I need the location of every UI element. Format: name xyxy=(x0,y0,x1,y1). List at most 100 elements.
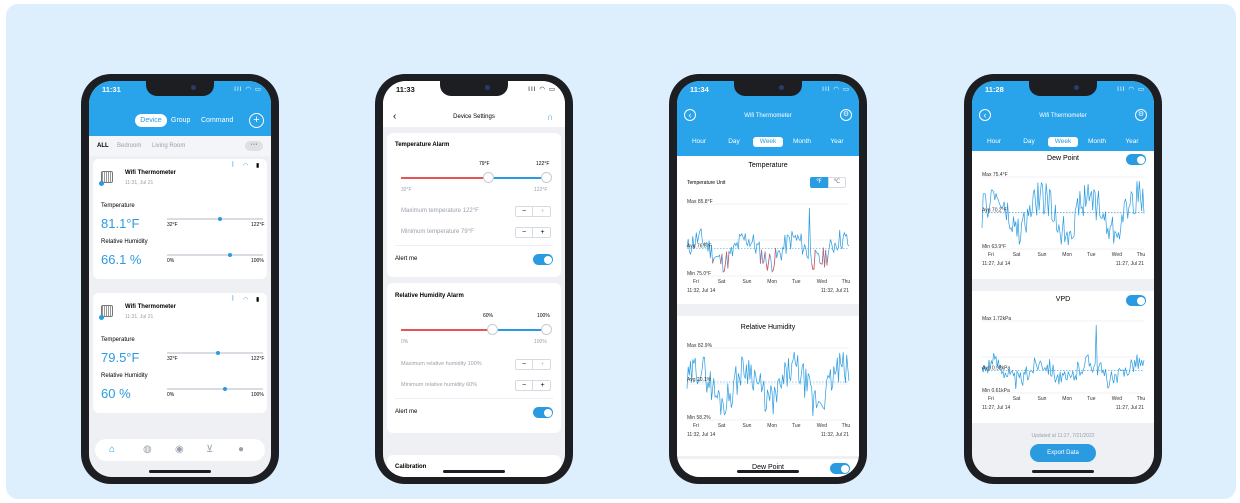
home-icon[interactable]: ⌂ xyxy=(109,444,115,455)
temperature-alarm-card: Temperature Alarm 79°F 122°F 32°F 122°F … xyxy=(387,133,561,277)
start-date: 11:32, Jul 14 xyxy=(687,432,715,438)
headset-icon[interactable]: ∩ xyxy=(547,112,553,122)
tab-device[interactable]: Device xyxy=(135,114,167,127)
range-tab-selected[interactable]: Week xyxy=(753,137,783,147)
humidity-chart-card: Relative Humidity Max 82.9% Avg 20.1% Min … xyxy=(677,316,859,456)
screen: 11:33 ΙΙΙ ◠ ▭ ‹ Device Settings ∩ Temper… xyxy=(383,81,565,477)
tab-group[interactable]: Group xyxy=(171,117,190,124)
humidity-max: 100% xyxy=(251,392,264,398)
scale-max: 100% xyxy=(534,339,547,345)
temperature-label: Temperature xyxy=(101,337,135,343)
range-tab[interactable]: Hour xyxy=(684,137,714,147)
settings-gear-icon[interactable]: ⚙ xyxy=(840,109,852,121)
phone-device-list: 11:31 ΙΙΙ ◠ ▭ Device Group Command + ALL… xyxy=(81,74,279,484)
min-temp-stepper[interactable]: − + xyxy=(515,227,551,238)
notch xyxy=(440,81,508,96)
low-slider-thumb[interactable] xyxy=(487,324,498,335)
humidity-indicator xyxy=(228,252,233,257)
fahrenheit-button[interactable]: ℉ xyxy=(810,177,828,188)
x-tick-label: Wed xyxy=(1112,252,1122,258)
section-title: Temperature Alarm xyxy=(395,142,450,148)
range-below xyxy=(401,329,492,331)
avg-label: Avg 0.92kPa xyxy=(982,365,1010,371)
unit-label: Temperature Unit xyxy=(687,180,726,186)
temp-track xyxy=(167,218,263,220)
range-tab-selected[interactable]: Week xyxy=(1048,137,1078,147)
tab-command[interactable]: Command xyxy=(201,117,233,124)
humidity-value: 66.1 % xyxy=(101,252,142,267)
vpd-line-chart: Max 1.72kPa Avg 0.92kPa Min 0.61kPa Fri Sat S… xyxy=(981,316,1145,411)
x-tick-label: Wed xyxy=(817,279,827,285)
screen: 11:31 ΙΙΙ ◠ ▭ Device Group Command + ALL… xyxy=(89,81,271,477)
high-slider-thumb[interactable] xyxy=(541,172,552,183)
temp-indicator xyxy=(215,350,220,355)
range-tab[interactable]: Day xyxy=(719,137,749,147)
globe-icon[interactable]: ◍ xyxy=(143,444,152,455)
high-slider-thumb[interactable] xyxy=(541,324,552,335)
dew-point-toggle[interactable] xyxy=(1126,154,1146,165)
person-icon[interactable]: ● xyxy=(238,444,244,455)
device-update-time: 11:31, Jul 21 xyxy=(125,314,154,320)
screen: 11:28 ΙΙΙ ◠ ▭ ‹ Wifi Thermometer ⚙ Hour … xyxy=(972,81,1154,477)
range-tab[interactable]: Year xyxy=(1117,137,1147,147)
alert-toggle[interactable] xyxy=(533,254,553,265)
home-indicator xyxy=(1032,470,1094,473)
cart-icon[interactable]: ⊻ xyxy=(206,444,213,455)
calibration-card[interactable]: Calibration xyxy=(387,455,561,477)
humidity-track xyxy=(167,388,263,390)
room-living-room[interactable]: Living Room xyxy=(152,143,185,149)
range-tab[interactable]: Month xyxy=(1082,137,1112,147)
end-date: 11:32, Jul 21 xyxy=(821,288,849,294)
compass-icon[interactable]: ◉ xyxy=(175,444,184,455)
avg-label: Avg 20.1% xyxy=(687,377,712,383)
humidity-indicator xyxy=(222,386,227,391)
device-card[interactable]: Wifi Thermometer 11:31, Jul 21 ᛒ ◠ ▮ Tem… xyxy=(93,159,267,279)
x-tick-label: Mon xyxy=(1062,252,1072,258)
home-indicator xyxy=(737,470,799,473)
start-date: 11:27, Jul 14 xyxy=(982,405,1010,411)
dew-point-toggle[interactable] xyxy=(830,463,850,474)
min-humidity-stepper[interactable]: − + xyxy=(515,380,551,391)
humidity-alarm-card: Relative Humidity Alarm 60% 100% 0% 100%… xyxy=(387,283,561,433)
range-tab[interactable]: Hour xyxy=(979,137,1009,147)
bottom-nav: ⌂ ◍ ◉ ⊻ ● xyxy=(95,439,265,461)
home-indicator xyxy=(443,470,505,473)
status-icons: ΙΙΙ ◠ ▭ xyxy=(822,86,850,93)
low-slider-thumb[interactable] xyxy=(483,172,494,183)
screen: 11:34 ΙΙΙ ◠ ▭ ‹ Wifi Thermometer ⚙ Hour … xyxy=(677,81,859,477)
device-name: Wifi Thermometer xyxy=(125,304,176,310)
x-tick-label: Fri xyxy=(988,252,994,258)
temp-max: 122°F xyxy=(251,356,265,362)
room-all[interactable]: ALL xyxy=(97,143,109,149)
room-bedroom[interactable]: Bedroom xyxy=(117,143,141,149)
x-tick-label: Tue xyxy=(792,423,801,429)
range-tab[interactable]: Day xyxy=(1014,137,1044,147)
more-button[interactable]: ··· xyxy=(245,141,263,151)
range-tab[interactable]: Month xyxy=(787,137,817,147)
temp-max: 122°F xyxy=(251,222,265,228)
add-device-button[interactable]: + xyxy=(249,113,264,128)
home-indicator xyxy=(149,470,211,473)
device-card[interactable]: Wifi Thermometer 11:31, Jul 21 ᛒ ◠ ▮ Tem… xyxy=(93,293,267,413)
divider xyxy=(395,245,553,246)
x-tick-label: Thu xyxy=(842,423,851,429)
celsius-button[interactable]: ℃ xyxy=(828,177,846,188)
device-name: Wifi Thermometer xyxy=(125,170,176,176)
x-tick-label: Thu xyxy=(842,279,851,285)
settings-gear-icon[interactable]: ⚙ xyxy=(1135,109,1147,121)
max-temp-stepper[interactable]: − + xyxy=(515,206,551,217)
vpd-toggle[interactable] xyxy=(1126,295,1146,306)
status-icons: ΙΙΙ ◠ ▭ xyxy=(234,86,262,93)
export-data-button[interactable]: Export Data xyxy=(1030,444,1096,462)
start-date: 11:27, Jul 14 xyxy=(982,261,1010,267)
updated-text: Updated at 11:27, 7/21/2022 xyxy=(1031,433,1095,439)
status-icons: ΙΙΙ ◠ ▭ xyxy=(528,86,556,93)
temperature-value: 81.1°F xyxy=(101,216,140,231)
min-label: Min 58.2% xyxy=(687,415,711,421)
alert-toggle[interactable] xyxy=(533,407,553,418)
range-tab[interactable]: Year xyxy=(822,137,852,147)
max-humidity-stepper[interactable]: − + xyxy=(515,359,551,370)
humidity-min: 0% xyxy=(167,258,175,264)
dew-point-chart-card: Dew Point Max 75.4°F Avg 70.2°F Min 63.9°F… xyxy=(972,151,1154,279)
max-label: Max 85.8°F xyxy=(687,199,713,205)
